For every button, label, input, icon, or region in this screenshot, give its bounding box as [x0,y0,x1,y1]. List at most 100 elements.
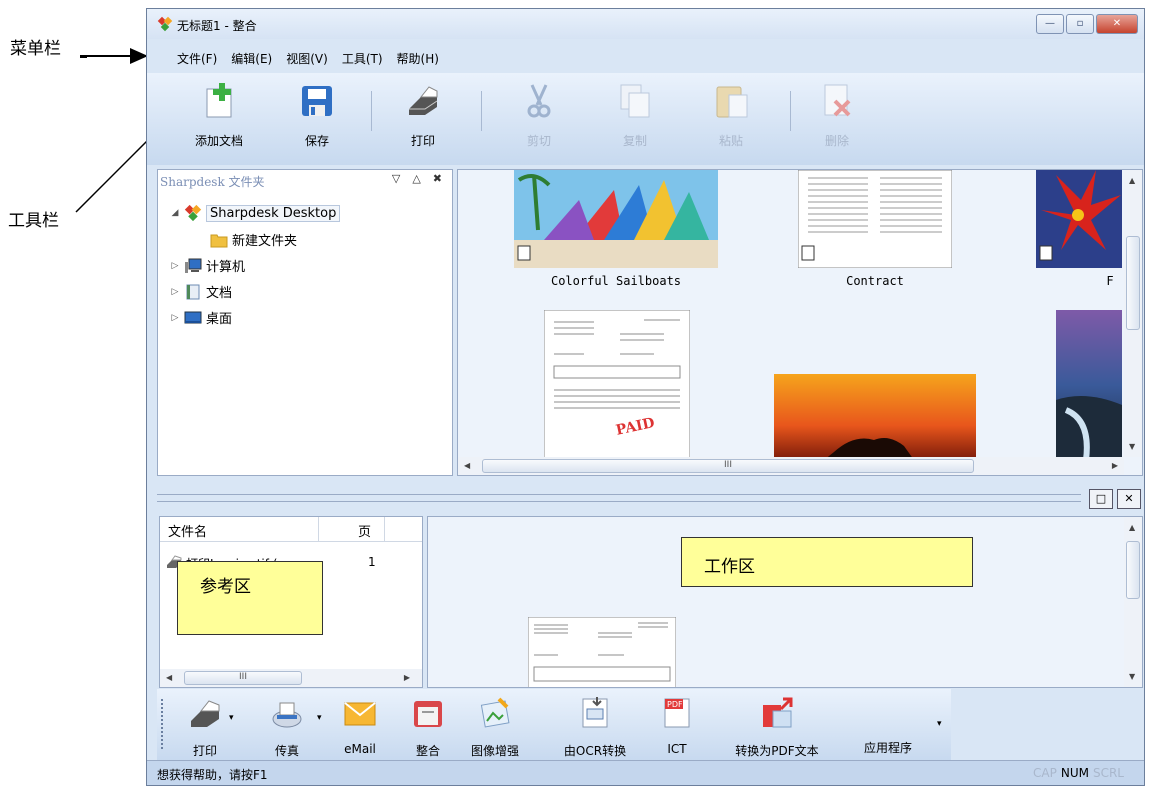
scroll-up-icon[interactable]: ▲ [1129,523,1135,532]
copy-button[interactable]: 复制 [595,81,675,149]
bottom-print-label: 打印 [192,744,217,758]
fax-button[interactable]: 传真 [263,695,311,759]
thumbnail-caption: Colorful Sailboats [550,274,682,288]
ocr-convert-button[interactable]: 由OCR转换 [555,695,635,759]
applications-button[interactable]: 应用程序 [853,695,923,756]
reference-list-header: 文件名 页 [160,517,422,542]
main-toolbar: 添加文档 保存 打印 剪切 复制 粘贴 删除 [147,73,1144,165]
pane-splitter[interactable]: □ ✕ [157,486,1143,510]
status-bar: 想获得帮助，请按F1 CAP NUM SCRL [147,760,1144,785]
status-help-text: 想获得帮助，请按F1 [157,768,268,782]
menu-view[interactable]: 视图(V) [286,50,328,67]
scroll-down-icon[interactable]: ▼ [1129,442,1135,451]
scrollbar-thumb[interactable]: III [184,671,302,685]
tree-expander[interactable]: ▷ [170,287,180,297]
ict-label: ICT [667,742,687,756]
maximize-button[interactable]: ▫ [1066,14,1094,34]
convert-pdf-text-button[interactable]: 转换为PDF文本 [723,695,831,759]
tree-expander[interactable]: ▷ [170,313,180,323]
thumbnail-horizontal-scrollbar[interactable]: ◀ III ▶ [458,457,1124,475]
add-document-button[interactable]: 添加文档 [179,81,259,149]
scroll-right-icon[interactable]: ▶ [404,673,410,682]
menu-tools[interactable]: 工具(T) [342,50,383,67]
paste-label: 粘贴 [718,134,743,148]
scroll-up-icon[interactable]: ▲ [1129,176,1135,185]
tree-item-label: 桌面 [206,312,233,327]
svg-text:PDF: PDF [667,700,683,709]
paste-button[interactable]: 粘贴 [691,81,771,149]
thumbnail-invoice[interactable]: PAID [543,309,691,461]
close-button[interactable]: ✕ [1096,14,1138,34]
applications-dropdown-icon[interactable]: ▾ [937,719,942,729]
work-document-thumbnail[interactable] [527,616,677,687]
print-button[interactable]: 打印 [383,81,463,149]
combine-button[interactable]: 整合 [405,695,451,759]
menu-help[interactable]: 帮助(H) [397,50,439,67]
sharpdesk-window: 无标题1 - 整合 — ▫ ✕ 文件(F) 编辑(E) 视图(V) 工具(T) … [146,8,1145,786]
scroll-left-icon[interactable]: ◀ [464,461,470,470]
reference-area-label: 参考区 [177,561,323,635]
thumbnail-coast[interactable] [1056,310,1122,461]
panel-expand-icon[interactable]: △ [412,172,420,185]
thumbnail-sailboats[interactable] [514,170,718,268]
tree-item-label: 文档 [206,286,233,301]
delete-label: 删除 [824,134,849,148]
splitter-grip[interactable] [157,494,1081,502]
folder-panel-title: Sharpdesk 文件夹 [160,175,265,189]
panel-collapse-icon[interactable]: ▽ [392,172,400,185]
scroll-right-icon[interactable]: ▶ [1112,461,1118,470]
print-dropdown-icon[interactable]: ▾ [229,713,234,723]
tree-item-documents[interactable]: ▷ 文档 [170,282,232,301]
column-filename[interactable]: 文件名 [168,521,207,540]
scrollbar-thumb[interactable] [1126,541,1140,599]
scrollbar-thumb[interactable] [1126,236,1140,330]
window-title: 无标题1 - 整合 [177,19,257,33]
work-vertical-scrollbar[interactable]: ▲ ▼ [1124,517,1142,687]
thumbnail-caption: F [1106,274,1114,288]
minimize-button[interactable]: — [1036,14,1064,34]
thumbnail-contract[interactable] [797,170,953,269]
image-enhance-button[interactable]: 图像增强 [463,695,527,759]
tree-expander[interactable]: ◢ [170,208,180,218]
cut-button[interactable]: 剪切 [499,81,579,149]
tree-item-desktop[interactable]: ▷ 桌面 [170,308,232,327]
delete-button[interactable]: 删除 [797,81,877,149]
thumbnail-vertical-scrollbar[interactable]: ▲ ▼ [1124,170,1142,457]
sailboats-image [514,170,718,268]
tree-item-sharpdesk-desktop[interactable]: ◢ Sharpdesk Desktop [170,204,341,222]
toolbar-grip[interactable] [161,699,165,749]
bottom-print-button[interactable]: 打印 [185,695,225,759]
computer-icon [185,258,202,273]
menu-file[interactable]: 文件(F) [177,50,217,67]
menubar-callout: 菜单栏 [10,39,61,59]
applications-icon [870,695,906,731]
menu-bar: 文件(F) 编辑(E) 视图(V) 工具(T) 帮助(H) [147,45,1144,71]
tree-expander[interactable]: ▷ [170,261,180,271]
title-bar[interactable]: 无标题1 - 整合 — ▫ ✕ [147,9,1144,39]
scroll-down-icon[interactable]: ▼ [1129,672,1135,681]
restore-pane-button[interactable]: □ [1089,489,1113,509]
ict-button[interactable]: PDF ICT [659,695,695,756]
reference-horizontal-scrollbar[interactable]: ◀ III ▶ [160,669,422,687]
fax-dropdown-icon[interactable]: ▾ [317,713,322,723]
scroll-left-icon[interactable]: ◀ [166,673,172,682]
toolbar-separator [371,91,372,131]
menu-edit[interactable]: 编辑(E) [231,50,272,67]
panel-close-icon[interactable]: ✖ [433,172,442,185]
save-button[interactable]: 保存 [277,81,357,149]
work-area-label: 工作区 [681,537,973,587]
tree-item-computer[interactable]: ▷ 计算机 [170,256,245,275]
close-pane-button[interactable]: ✕ [1117,489,1141,509]
add-document-label: 添加文档 [194,134,243,148]
tree-item-new-folder[interactable]: 新建文件夹 [196,230,297,249]
thumbnail-flower[interactable] [1036,170,1122,268]
thumbnail-sunset[interactable] [774,374,976,460]
convert-pdf-icon [763,697,793,728]
scrollbar-thumb[interactable]: III [482,459,974,473]
email-button[interactable]: eMail [335,695,385,756]
sharpdesk-app-icon [157,16,173,32]
invoice-document: PAID [543,309,691,461]
column-pages[interactable]: 页 [358,521,371,540]
bottom-toolbar: 打印 ▾ 传真 ▾ eMail 整合 图像增强 由OCR转换 PDF ICT 转… [157,689,951,761]
paste-icon [716,86,748,118]
